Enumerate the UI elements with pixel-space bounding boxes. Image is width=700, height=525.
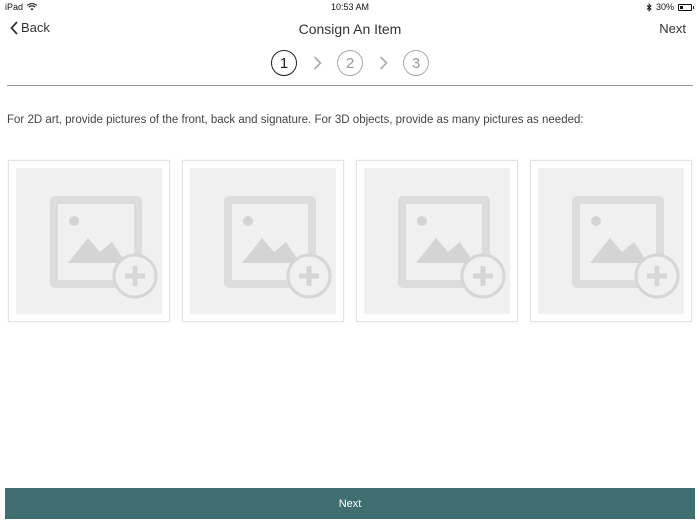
photo-slot-2[interactable] — [182, 160, 344, 322]
step-1: 1 — [271, 50, 297, 76]
add-photo-icon — [398, 196, 506, 299]
divider — [7, 85, 693, 86]
chevron-right-icon — [313, 56, 322, 70]
chevron-right-icon — [379, 56, 388, 70]
step-2: 2 — [337, 50, 363, 76]
step-3: 3 — [403, 50, 429, 76]
photo-slot-1[interactable] — [8, 160, 170, 322]
photo-slot-3[interactable] — [356, 160, 518, 322]
nav-bar: Back Consign An Item Next — [0, 16, 700, 42]
instructions-text: For 2D art, provide pictures of the fron… — [7, 114, 584, 126]
bluetooth-icon — [646, 2, 652, 12]
status-bar: iPad 10:53 AM 30% — [0, 0, 700, 14]
battery-percent: 30% — [655, 2, 674, 12]
battery-icon — [678, 3, 692, 11]
photo-slots — [8, 160, 692, 322]
page-title: Consign An Item — [298, 21, 402, 37]
next-button[interactable]: Next — [5, 488, 695, 519]
add-photo-icon — [50, 196, 158, 299]
consign-screen: iPad 10:53 AM 30% Back Consign An Item N… — [0, 0, 700, 525]
add-photo-icon — [224, 196, 332, 299]
add-photo-icon — [572, 196, 680, 299]
battery-level — [680, 5, 683, 9]
photo-slot-4[interactable] — [530, 160, 692, 322]
status-time: 10:53 AM — [330, 2, 370, 12]
stepper: 1 2 3 — [0, 49, 700, 77]
next-button-top[interactable]: Next — [659, 21, 686, 36]
